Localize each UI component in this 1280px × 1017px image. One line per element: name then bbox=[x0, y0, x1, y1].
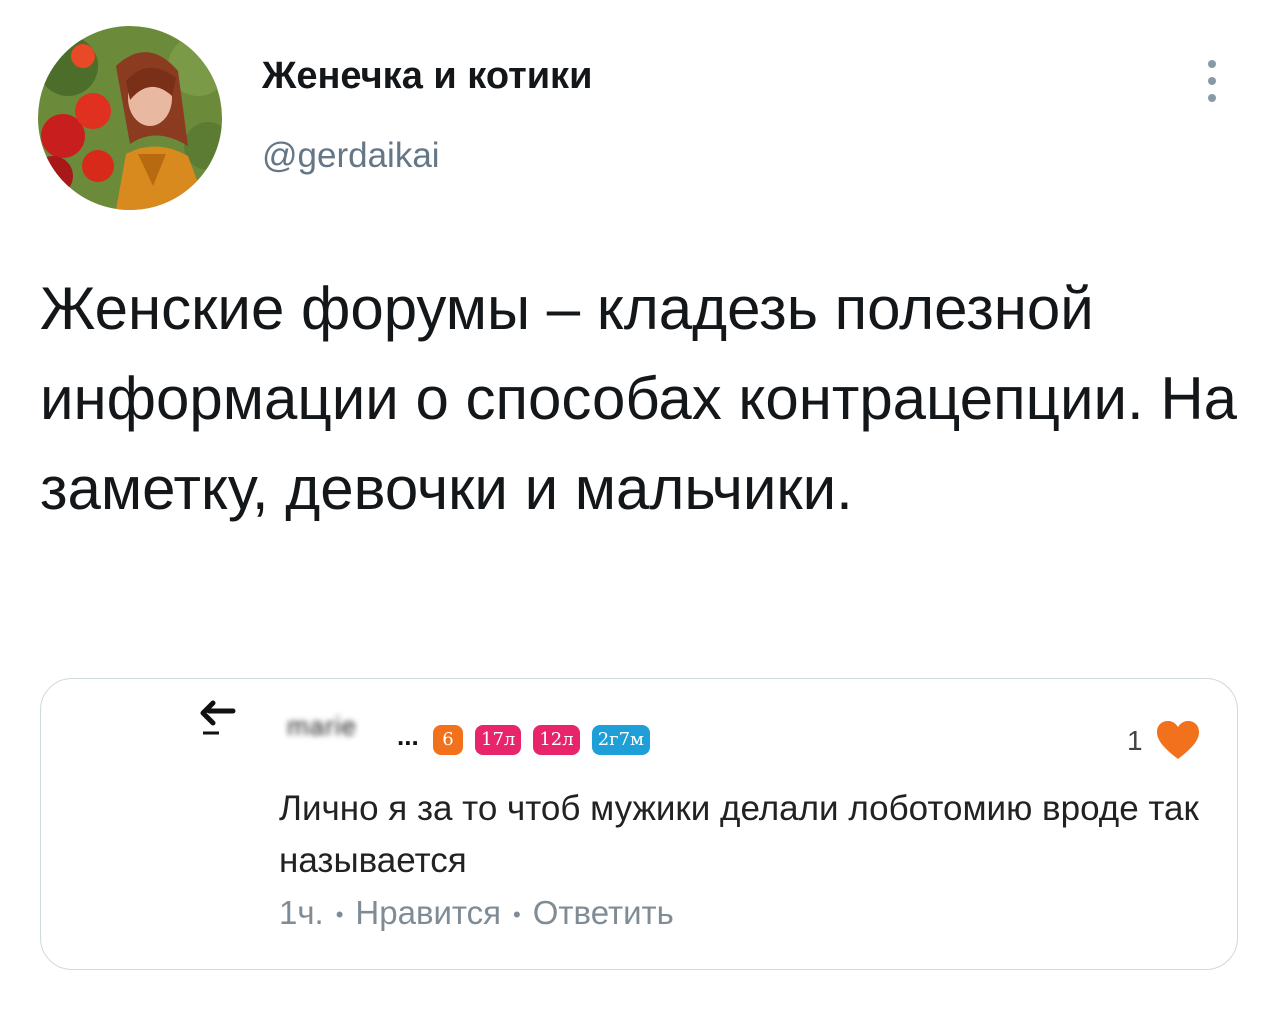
avatar[interactable] bbox=[38, 26, 222, 210]
reply-action-link[interactable]: Ответить bbox=[533, 894, 674, 931]
vertical-dots-icon bbox=[1208, 77, 1216, 85]
vertical-dots-icon bbox=[1208, 94, 1216, 102]
comment-text: Лично я за то чтоб мужики делали лоботом… bbox=[279, 789, 1199, 880]
meta-separator: • bbox=[513, 902, 521, 928]
display-name[interactable]: Женечка и котики bbox=[262, 52, 592, 100]
vertical-dots-icon bbox=[1208, 60, 1216, 68]
comment-meta: 1ч. • Нравится • Ответить bbox=[279, 891, 674, 937]
like-count: 1 bbox=[1127, 725, 1143, 756]
badge-membership: 2г7м bbox=[591, 725, 651, 755]
comment-author-ellipsis: ... bbox=[397, 721, 419, 751]
comment-author-name: marie bbox=[287, 711, 358, 741]
tweet-text: Женские форумы – кладезь полезной информ… bbox=[40, 275, 1238, 522]
back-arrow-icon bbox=[200, 700, 236, 735]
embedded-image-card[interactable]: marie ... 6 17л 12л 2г7м 1 Лично я за то… bbox=[40, 678, 1238, 970]
meta-separator: • bbox=[335, 902, 344, 928]
comment-time: 1ч. bbox=[279, 894, 324, 931]
profile-photo bbox=[38, 26, 222, 210]
user-badges: 6 17л 12л 2г7м bbox=[433, 725, 651, 755]
badge-age-1: 17л bbox=[475, 725, 522, 755]
username[interactable]: @gerdaikai bbox=[262, 134, 440, 178]
more-options-button[interactable] bbox=[1198, 56, 1226, 106]
like-action-link[interactable]: Нравится bbox=[355, 894, 501, 931]
heart-icon bbox=[1157, 721, 1199, 759]
badge-age-2: 12л bbox=[533, 725, 580, 755]
badge-rating: 6 bbox=[433, 725, 463, 755]
